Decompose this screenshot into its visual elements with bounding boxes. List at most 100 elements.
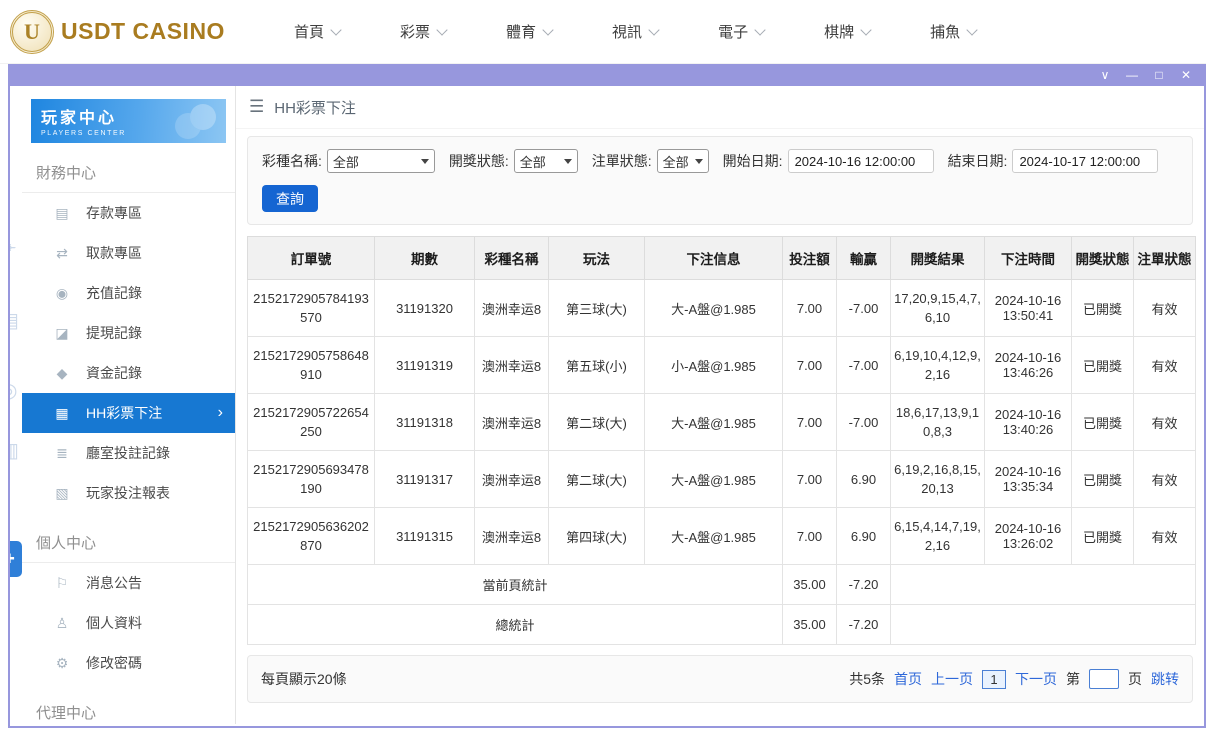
start-date-input[interactable]: [787, 149, 934, 173]
nav-item-label: 捕魚: [930, 24, 961, 41]
sidebar-item-profile[interactable]: ♙ 個人資料: [22, 603, 235, 643]
sidebar-item-change-password[interactable]: ⚙ 修改密碼: [22, 643, 235, 683]
cell-draw-status: 已開獎: [1071, 393, 1134, 451]
cell-order-id: 2152172905693478190: [247, 450, 375, 508]
funds-icon: ◆: [56, 364, 68, 381]
cell-win-loss: -7.00: [836, 279, 891, 337]
cell-period: 31191320: [374, 279, 475, 337]
chevron-down-icon: [694, 158, 703, 164]
col-header-win-loss: 輸贏: [836, 236, 891, 280]
search-button[interactable]: 查詢: [262, 185, 318, 212]
chevron-right-icon: ›: [217, 404, 223, 421]
players-center-subtitle: PLAYERS CENTER: [41, 130, 126, 137]
cell-lottery-name: 澳洲幸运8: [474, 393, 549, 451]
cell-period: 31191319: [374, 336, 475, 394]
sidebar-item-hh-lottery-bets[interactable]: ▦ HH彩票下注 ›: [22, 393, 235, 433]
nav-item-lottery[interactable]: 彩票: [400, 21, 448, 42]
window-minimize-button[interactable]: —: [1122, 64, 1142, 86]
goto-page-suffix: 页: [1128, 671, 1142, 687]
cell-bet-time: 2024-10-16 13:46:26: [984, 336, 1072, 394]
sidebar-item-announcements[interactable]: ⚐ 消息公告: [22, 563, 235, 603]
col-header-play-type: 玩法: [548, 236, 645, 280]
sidebar-item-player-bet-report[interactable]: ▧ 玩家投注報表: [22, 473, 235, 513]
table-row: 2152172905758648910 31191319 澳洲幸运8 第五球(小) 小-…: [247, 336, 1196, 394]
cell-win-loss: -7.00: [836, 393, 891, 451]
sidebar-item-withdrawal-area[interactable]: ⇄ 取款專區: [22, 233, 235, 273]
cell-order-id: 2152172905784193570: [247, 279, 375, 337]
cell-play-type: 第二球(大): [548, 450, 645, 508]
cell-draw-status: 已開獎: [1071, 336, 1134, 394]
next-page-link[interactable]: 下一页: [1015, 669, 1057, 689]
brand-logo[interactable]: U USDT CASINO: [0, 9, 238, 54]
end-date-input[interactable]: [1012, 149, 1159, 173]
col-header-bet-info: 下注信息: [644, 236, 783, 280]
window-close-button[interactable]: ✕: [1176, 64, 1196, 86]
cell-bet-info: 大-A盤@1.985: [644, 507, 783, 565]
chevron-down-icon: [563, 158, 572, 164]
ghost-target-icon: ◎: [10, 378, 17, 403]
order-status-select[interactable]: 全部: [656, 149, 709, 173]
sidebar-item-label: 提現記錄: [86, 325, 142, 341]
sidebar-item-hall-bet-records[interactable]: ≣ 廳室投註記錄: [22, 433, 235, 473]
summary-win-loss: -7.20: [836, 604, 891, 645]
sidebar-item-deposit-area[interactable]: ▤ 存款專區: [22, 193, 235, 233]
ghost-chart-icon: ▥: [10, 438, 19, 463]
gear-icon: ⚙: [55, 654, 69, 671]
sidebar: 玩家中心 PLAYERS CENTER 財務中心 ▤ 存款專區 ⇄ 取款專區 ◉ 充值記錄 ◪…: [22, 86, 236, 724]
cell-draw-result: 18,6,17,13,9,10,8,3: [890, 393, 985, 451]
cell-order-id: 2152172905722654250: [247, 393, 375, 451]
sidebar-item-funds-records[interactable]: ◆ 資金記錄: [22, 353, 235, 393]
page-number-input[interactable]: [1089, 669, 1119, 689]
page-size-text: 每頁顯示20條: [261, 671, 347, 687]
draw-status-select[interactable]: 全部: [513, 149, 578, 173]
nav-item-board-games[interactable]: 棋牌: [824, 21, 872, 42]
hall-records-icon: ≣: [56, 444, 68, 461]
cell-draw-result: 6,19,2,16,8,15,20,13: [890, 450, 985, 508]
nav-item-label: 首頁: [294, 24, 325, 41]
col-header-draw-result: 開獎結果: [890, 236, 985, 280]
cell-play-type: 第五球(小): [548, 336, 645, 394]
chevron-down-icon: [542, 23, 554, 36]
nav-item-sports[interactable]: 體育: [506, 21, 554, 42]
sidebar-item-withdrawal-records[interactable]: ◪ 提現記錄: [22, 313, 235, 353]
nav-item-home[interactable]: 首頁: [294, 21, 342, 42]
recharge-icon: ◉: [55, 284, 69, 301]
nav-item-fishing[interactable]: 捕魚: [930, 21, 978, 42]
col-header-bet-amount: 投注額: [782, 236, 837, 280]
table-row: 2152172905784193570 31191320 澳洲幸运8 第三球(大) 大-…: [247, 279, 1196, 337]
menu-toggle-icon[interactable]: ☰: [249, 97, 264, 117]
nav-item-label: 棋牌: [824, 24, 855, 41]
lottery-name-select[interactable]: 全部: [326, 149, 435, 173]
jump-page-link[interactable]: 跳转: [1151, 669, 1179, 689]
ghost-card-icon: ▤: [10, 308, 19, 333]
deposit-card-icon: ▤: [55, 204, 69, 221]
col-header-draw-status: 開獎狀態: [1071, 236, 1134, 280]
window-rollup-button[interactable]: ∨: [1095, 64, 1115, 86]
sidebar-section-finance-center: 財務中心: [22, 152, 235, 193]
cell-order-status: 有效: [1133, 507, 1196, 565]
summary-empty: [890, 564, 1196, 605]
sidebar-item-recharge-records[interactable]: ◉ 充值記錄: [22, 273, 235, 313]
chevron-down-icon: [436, 23, 448, 36]
total-count-text: 共5条: [849, 671, 885, 687]
table-row: 2152172905636202870 31191315 澳洲幸运8 第四球(大) 大-…: [247, 507, 1196, 565]
nav-item-slots[interactable]: 電子: [718, 21, 766, 42]
cell-bet-amount: 7.00: [782, 507, 837, 565]
cell-play-type: 第二球(大): [548, 393, 645, 451]
nav-item-live-video[interactable]: 視訊: [612, 21, 660, 42]
logo-letter: U: [24, 18, 40, 44]
cell-bet-amount: 7.00: [782, 279, 837, 337]
order-status-value: 全部: [662, 154, 689, 170]
summary-empty: [890, 604, 1196, 645]
summary-label: 總統計: [247, 604, 783, 645]
prev-page-link[interactable]: 上一页: [931, 669, 973, 689]
window-maximize-button[interactable]: □: [1149, 64, 1169, 86]
usdt-casino-logo-icon: U: [10, 9, 54, 54]
first-page-link[interactable]: 首页: [894, 669, 922, 689]
col-header-bet-time: 下注時間: [984, 236, 1072, 280]
lottery-name-value: 全部: [332, 154, 359, 170]
current-page-button[interactable]: 1: [982, 669, 1006, 689]
cell-win-loss: -7.00: [836, 336, 891, 394]
top-navigation: U USDT CASINO 首頁 彩票 體育 視訊 電子 棋牌 捕魚: [0, 0, 1206, 64]
cell-bet-info: 小-A盤@1.985: [644, 336, 783, 394]
